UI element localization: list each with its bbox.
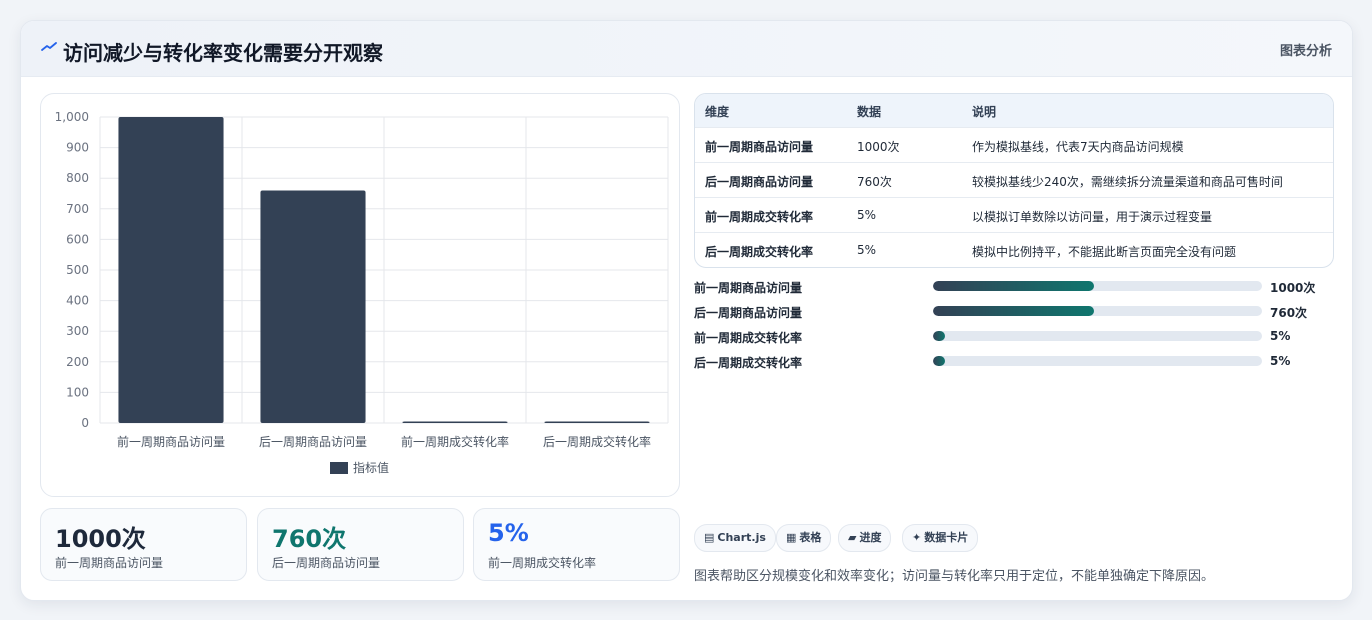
- table-cell: 较模拟基线少240次，需继续拆分流量渠道和商品可售时间: [972, 175, 1283, 189]
- chip-label: Chart.js: [717, 531, 766, 544]
- chip-data-card[interactable]: ✦ 数据卡片: [902, 524, 979, 552]
- chart-analysis-tag: 图表分析: [1279, 44, 1332, 59]
- progress-row: 前一周期成交转化率 5%: [694, 326, 1334, 346]
- stat-card-next-visits: 760次 后一周期商品访问量: [257, 508, 464, 581]
- table-cell: 前一周期成交转化率: [705, 210, 814, 224]
- bar: [402, 421, 508, 423]
- progress-row: 后一周期成交转化率 5%: [694, 351, 1334, 371]
- y-tick-label: 200: [66, 355, 89, 369]
- stat-value: 1000次: [55, 525, 146, 553]
- table-cell: 模拟中比例持平，不能据此断言页面完全没有问题: [972, 245, 1237, 259]
- progress-track: [933, 331, 1262, 341]
- table-header-cell: 数据: [857, 105, 882, 119]
- progress-fill: [933, 356, 945, 366]
- table-cell: 作为模拟基线，代表7天内商品访问规模: [972, 140, 1184, 154]
- y-tick-label: 900: [66, 141, 89, 155]
- data-table: 维度 数据 说明 前一周期商品访问量 1000次 作为模拟基线，代表7天内商品访…: [694, 93, 1334, 268]
- chip-label: 数据卡片: [924, 531, 969, 544]
- page-title: 访问减少与转化率变化需要分开观察: [63, 41, 383, 65]
- progress-label: 后一周期商品访问量: [694, 306, 803, 320]
- chip-table[interactable]: ▦ 表格: [776, 524, 832, 552]
- table-row: 前一周期商品访问量 1000次 作为模拟基线，代表7天内商品访问规模: [695, 127, 1333, 163]
- stat-card-prev-conversion: 5% 前一周期成交转化率: [473, 508, 680, 581]
- trend-icon: [41, 42, 57, 51]
- y-tick-label: 400: [66, 294, 89, 308]
- table-row: 后一周期成交转化率 5% 模拟中比例持平，不能据此断言页面完全没有问题: [695, 232, 1333, 267]
- progress-track: [933, 281, 1262, 291]
- chip-label: 进度: [859, 531, 882, 544]
- x-tick-label: 前一周期商品访问量: [117, 434, 225, 449]
- progress-row: 前一周期商品访问量 1000次: [694, 276, 1334, 296]
- table-cell: 5%: [857, 208, 877, 222]
- y-tick-label: 700: [66, 202, 89, 216]
- progress-value: 5%: [1270, 354, 1291, 368]
- y-tick-label: 0: [81, 416, 89, 430]
- stat-label: 前一周期成交转化率: [488, 556, 597, 570]
- table-row: 后一周期商品访问量 760次 较模拟基线少240次，需继续拆分流量渠道和商品可售…: [695, 162, 1333, 198]
- bar: [544, 421, 650, 423]
- bar: [260, 190, 366, 423]
- x-tick-label: 后一周期成交转化率: [543, 434, 651, 449]
- progress-label: 前一周期成交转化率: [694, 331, 803, 345]
- legend-label: 指标值: [353, 460, 389, 475]
- chip-progress[interactable]: ▰ 进度: [838, 524, 892, 552]
- y-tick-label: 1,000: [55, 110, 89, 124]
- y-tick-label: 600: [66, 232, 89, 246]
- chart-icon: ▤: [704, 531, 715, 544]
- chip-label: 表格: [799, 531, 822, 544]
- x-tick-label: 前一周期成交转化率: [401, 434, 509, 449]
- table-cell: 760次: [857, 175, 892, 189]
- footnote: 图表帮助区分规模变化和效率变化；访问量与转化率只用于定位，不能单独确定下降原因。: [694, 569, 1215, 584]
- progress-track: [933, 306, 1262, 316]
- stat-value: 5%: [488, 519, 529, 547]
- progress-fill: [933, 331, 945, 341]
- stat-value: 760次: [272, 525, 347, 553]
- bar-chart-panel: 0 100 200 300 400 500 600 700 800 900 1,000 前一周期商品访…: [40, 93, 680, 497]
- table-header-cell: 说明: [972, 105, 997, 119]
- y-tick-label: 800: [66, 171, 89, 185]
- table-cell: 后一周期商品访问量: [705, 175, 814, 189]
- progress-row: 后一周期商品访问量 760次: [694, 301, 1334, 321]
- stat-label: 前一周期商品访问量: [55, 556, 164, 570]
- table-cell: 1000次: [857, 140, 900, 154]
- progress-fill: [933, 306, 1095, 316]
- progress-value: 760次: [1270, 306, 1308, 320]
- progress-icon: ▰: [848, 531, 857, 544]
- stat-card-prev-visits: 1000次 前一周期商品访问量: [40, 508, 247, 581]
- x-tick-label: 后一周期商品访问量: [259, 434, 367, 449]
- table-header-cell: 维度: [705, 105, 730, 119]
- progress-value: 5%: [1270, 329, 1291, 343]
- table-header-row: 维度 数据 说明: [695, 94, 1333, 127]
- progress-value: 1000次: [1270, 281, 1316, 295]
- analysis-card: 访问减少与转化率变化需要分开观察 图表分析 0 100 200 300 400 500 60…: [20, 20, 1353, 601]
- y-tick-label: 300: [66, 324, 89, 338]
- stat-label: 后一周期商品访问量: [272, 556, 381, 570]
- card-header: 访问减少与转化率变化需要分开观察 图表分析: [21, 21, 1352, 77]
- progress-label: 后一周期成交转化率: [694, 356, 803, 370]
- legend-swatch: [330, 462, 348, 474]
- bar: [118, 117, 224, 423]
- table-icon: ▦: [786, 531, 797, 544]
- bar-chart[interactable]: 0 100 200 300 400 500 600 700 800 900 1,000 前一周期商品访…: [41, 94, 679, 496]
- table-cell: 以模拟订单数除以访问量，用于演示过程变量: [972, 210, 1213, 224]
- sparkle-icon: ✦: [912, 531, 922, 544]
- table-row: 前一周期成交转化率 5% 以模拟订单数除以访问量，用于演示过程变量: [695, 197, 1333, 233]
- progress-track: [933, 356, 1262, 366]
- table-cell: 后一周期成交转化率: [705, 245, 814, 259]
- y-tick-label: 100: [66, 385, 89, 399]
- progress-label: 前一周期商品访问量: [694, 281, 803, 295]
- table-cell: 前一周期商品访问量: [705, 140, 814, 154]
- progress-fill: [933, 281, 1095, 291]
- table-cell: 5%: [857, 243, 877, 257]
- chip-chartjs[interactable]: ▤ Chart.js: [694, 524, 776, 552]
- y-tick-label: 500: [66, 263, 89, 277]
